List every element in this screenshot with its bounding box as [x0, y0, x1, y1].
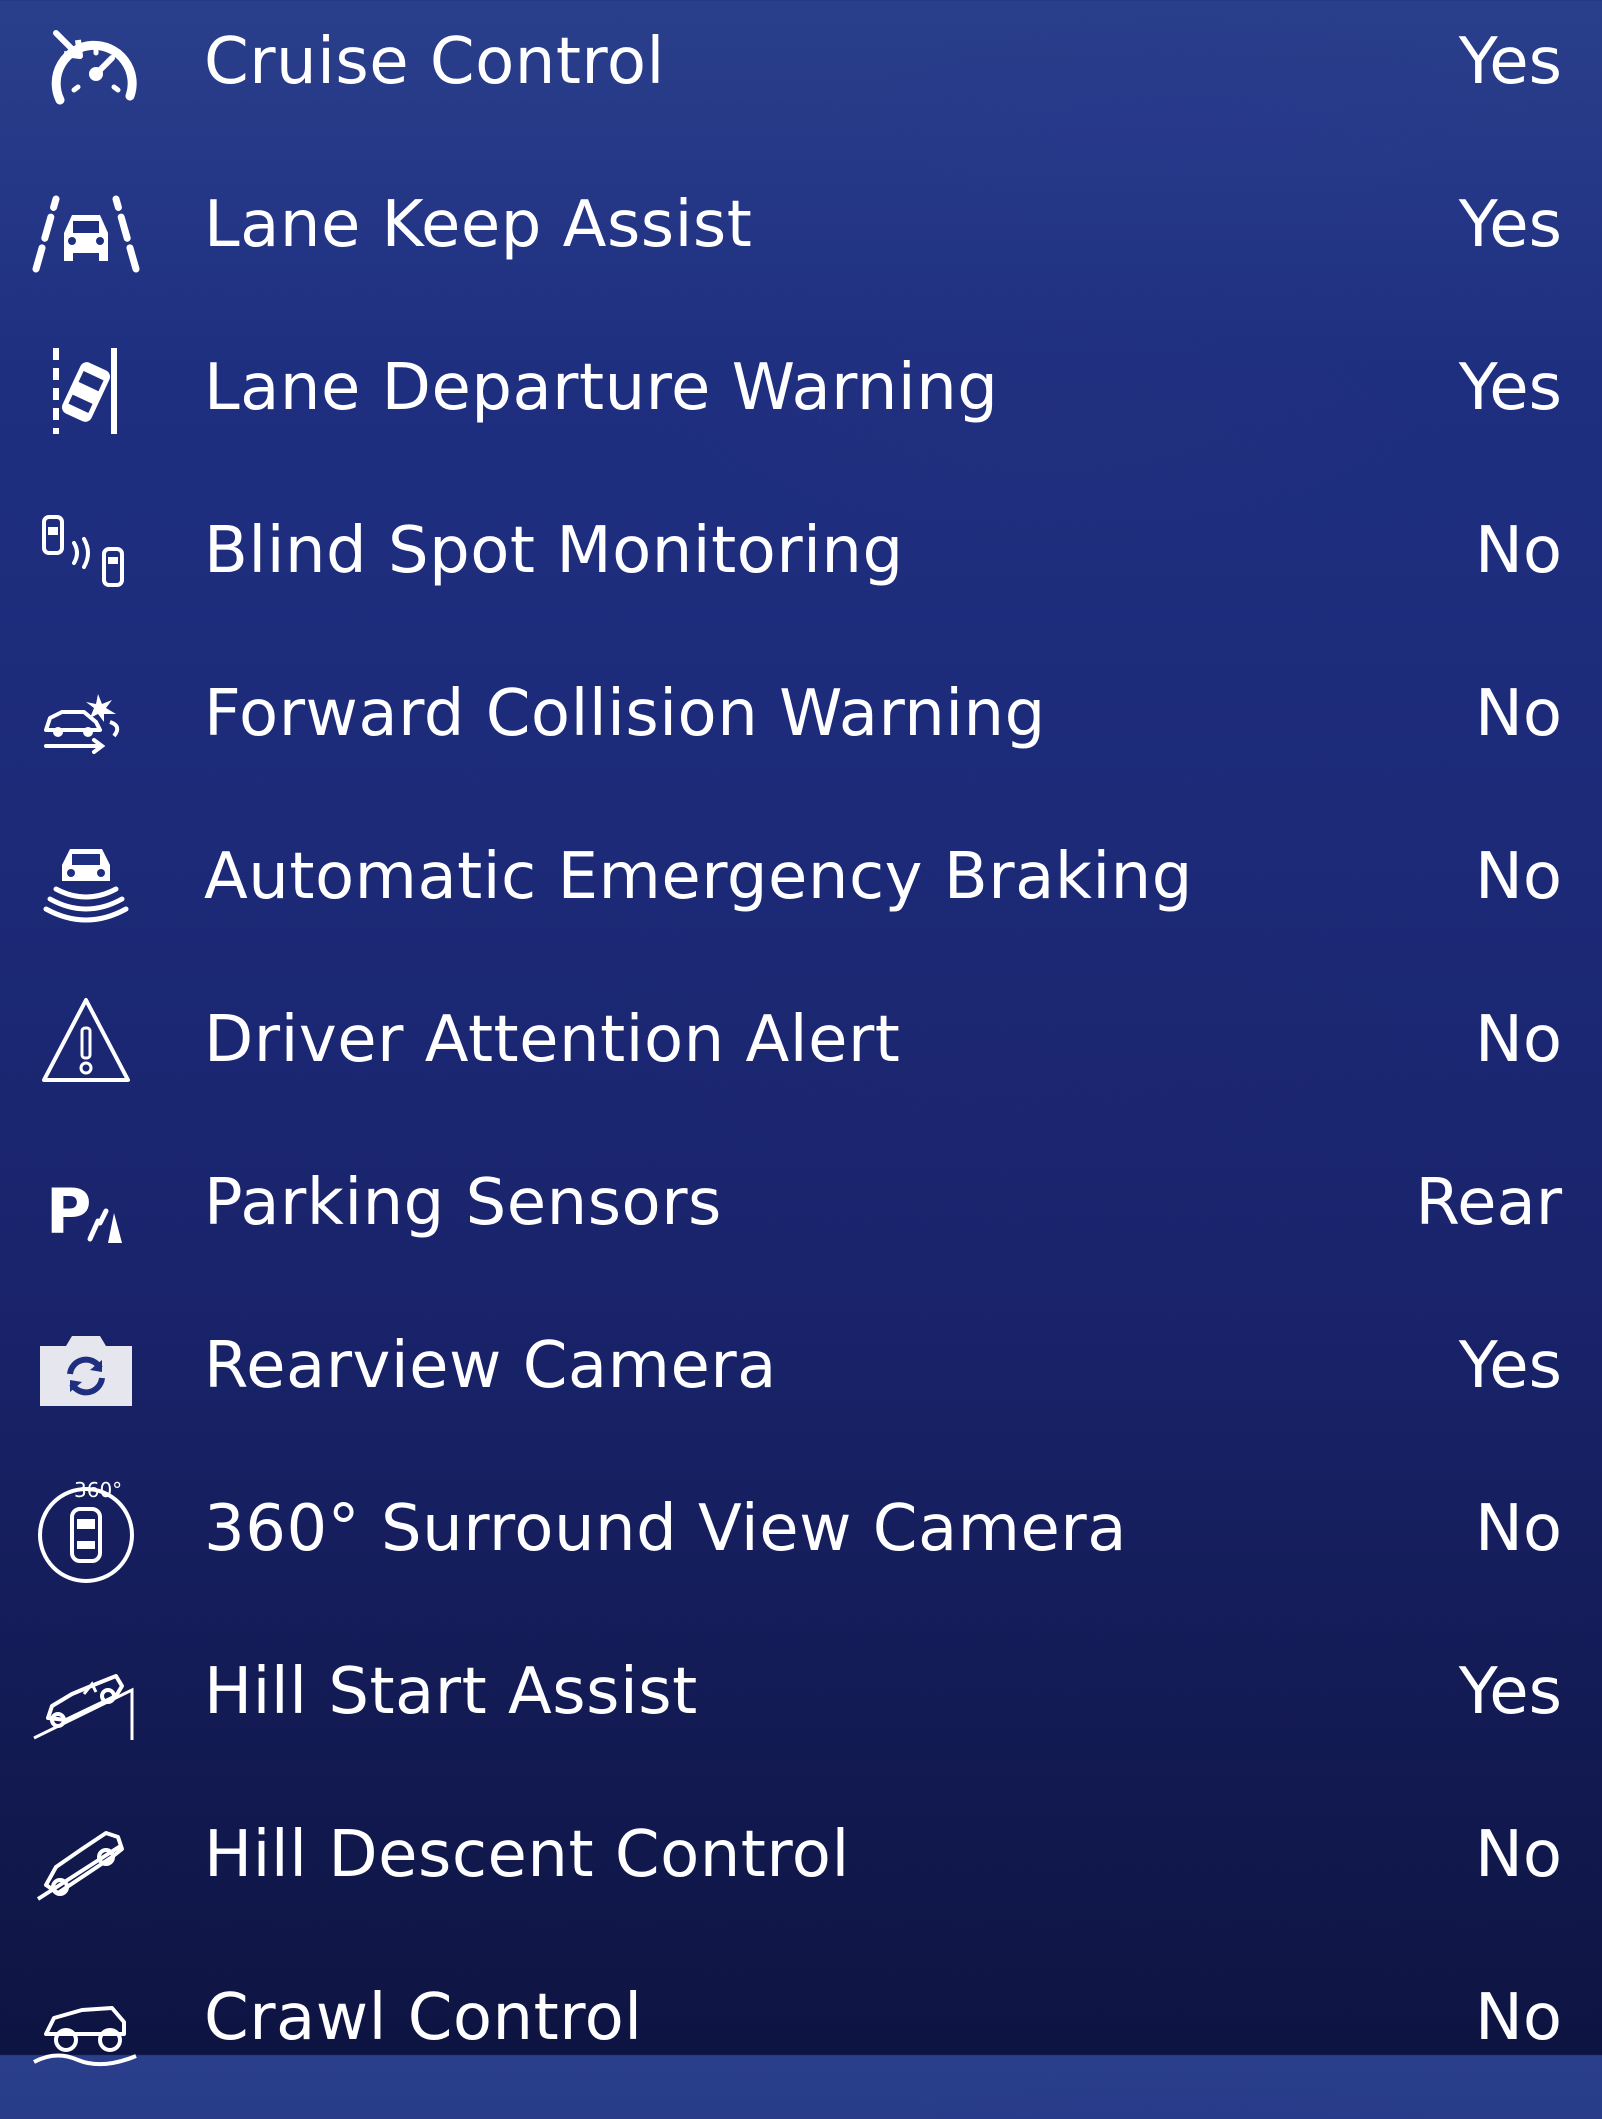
feature-value: No	[1474, 1003, 1562, 1077]
feature-label: Hill Descent Control	[204, 1818, 850, 1892]
feature-label: Cruise Control	[204, 25, 665, 99]
surround-camera-icon: 360°	[26, 1475, 146, 1585]
svg-text:P: P	[46, 1175, 91, 1248]
feature-value: Yes	[1458, 25, 1562, 99]
feature-value: No	[1474, 840, 1562, 914]
feature-value: No	[1474, 1818, 1562, 1892]
feature-row: Hill Descent Control No	[0, 1793, 1602, 1956]
feature-value: No	[1474, 1492, 1562, 1566]
feature-value: Yes	[1458, 188, 1562, 262]
feature-row: Blind Spot Monitoring No	[0, 489, 1602, 652]
feature-row: Lane Keep Assist Yes	[0, 163, 1602, 326]
feature-label: Blind Spot Monitoring	[204, 514, 904, 588]
feature-label: Driver Attention Alert	[204, 1003, 901, 1077]
feature-row: Driver Attention Alert No	[0, 978, 1602, 1141]
feature-row: Automatic Emergency Braking No	[0, 815, 1602, 978]
crawl-control-icon	[26, 1964, 146, 2074]
feature-value: Rear	[1415, 1166, 1563, 1240]
feature-value: Yes	[1458, 351, 1562, 425]
feature-row: Crawl Control No	[0, 1956, 1602, 2119]
cruise-control-icon	[26, 8, 146, 118]
feature-row: P Parking Sensors Rear	[0, 1141, 1602, 1304]
feature-label: Lane Keep Assist	[204, 188, 753, 262]
warning-triangle-icon	[26, 986, 146, 1096]
feature-row: Forward Collision Warning No	[0, 652, 1602, 815]
feature-label: Automatic Emergency Braking	[204, 840, 1193, 914]
blind-spot-icon	[26, 497, 146, 607]
svg-text:360°: 360°	[74, 1478, 122, 1502]
feature-row: Lane Departure Warning Yes	[0, 326, 1602, 489]
parking-sensors-icon: P	[26, 1149, 146, 1259]
feature-label: Hill Start Assist	[204, 1655, 698, 1729]
feature-label: Lane Departure Warning	[204, 351, 999, 425]
lane-keep-assist-icon	[26, 171, 146, 281]
feature-row: Rearview Camera Yes	[0, 1304, 1602, 1467]
feature-label: Parking Sensors	[204, 1166, 722, 1240]
lane-departure-icon	[26, 334, 146, 444]
emergency-braking-icon	[26, 823, 146, 933]
feature-value: No	[1474, 1981, 1562, 2055]
feature-label: Rearview Camera	[204, 1329, 777, 1403]
feature-row: Cruise Control Yes	[0, 0, 1602, 163]
feature-value: Yes	[1458, 1329, 1562, 1403]
feature-value: Yes	[1458, 1655, 1562, 1729]
forward-collision-icon	[26, 660, 146, 770]
feature-row: Hill Start Assist Yes	[0, 1630, 1602, 1793]
feature-value: No	[1474, 677, 1562, 751]
feature-label: 360° Surround View Camera	[204, 1492, 1127, 1566]
hill-descent-icon	[26, 1801, 146, 1911]
feature-label: Forward Collision Warning	[204, 677, 1046, 751]
feature-value: No	[1474, 514, 1562, 588]
hill-start-icon	[26, 1638, 146, 1748]
feature-row: 360° 360° Surround View Camera No	[0, 1467, 1602, 1630]
camera-icon	[26, 1312, 146, 1422]
feature-label: Crawl Control	[204, 1981, 643, 2055]
